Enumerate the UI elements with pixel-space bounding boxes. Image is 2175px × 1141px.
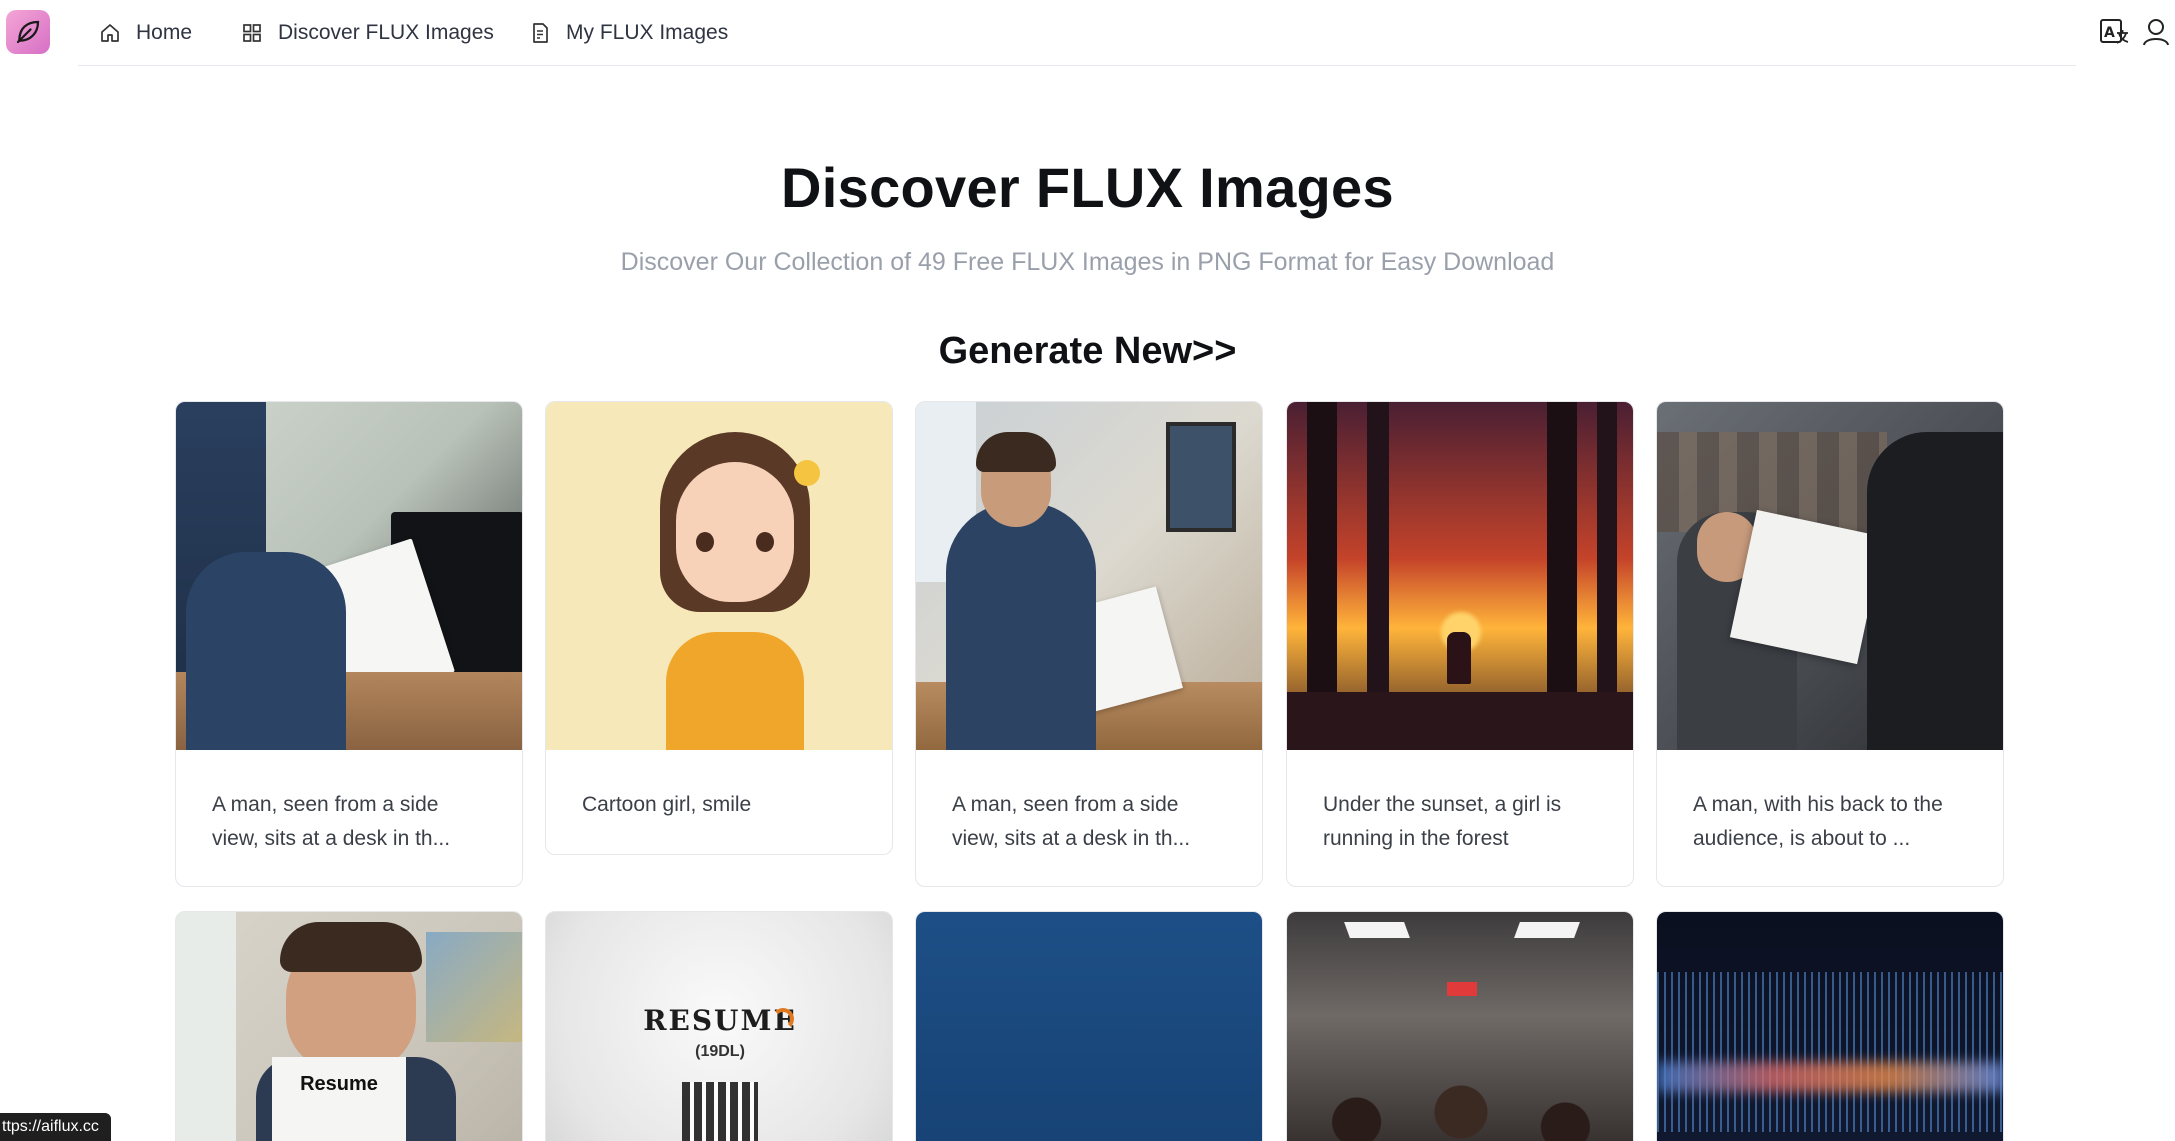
card-image (1287, 912, 1633, 1141)
card-caption: A man, seen from a side view, sits at a … (212, 793, 451, 850)
site-logo[interactable] (6, 10, 50, 54)
translate-icon: A (2100, 19, 2129, 44)
qr-code (682, 1082, 758, 1141)
grid-icon (243, 24, 261, 42)
card-image (1657, 912, 2003, 1141)
nav-discover[interactable]: Discover FLUX Images (240, 17, 494, 49)
card-image (1287, 402, 1633, 750)
user-button[interactable] (2140, 16, 2172, 48)
top-nav: Home Discover FLUX Images My FLUX Images… (0, 0, 2175, 66)
nav-home-label: Home (136, 21, 193, 44)
document-icon (533, 23, 548, 43)
card-image (916, 912, 1262, 1141)
resume-heading: RESUME (643, 1004, 797, 1037)
nav-home[interactable]: Home (98, 17, 192, 49)
nav-my-images[interactable]: My FLUX Images (528, 17, 728, 49)
leaf-logo-icon (16, 20, 40, 44)
card-image: RESUME (19DL) (546, 912, 892, 1141)
card-image: Resume (176, 912, 522, 1141)
nav-my-images-label: My FLUX Images (566, 21, 729, 44)
image-card[interactable]: RESUME (19DL) (545, 911, 893, 1141)
image-card[interactable] (1656, 911, 2004, 1141)
status-url-text: ttps://aiflux.cc (2, 1118, 99, 1135)
image-card[interactable] (915, 911, 1263, 1141)
resume-subheading: (19DL) (695, 1043, 745, 1060)
generate-new-link[interactable]: Generate New>> (0, 330, 2175, 373)
nav-divider (78, 65, 2076, 66)
image-card[interactable]: A man, seen from a side view, sits at a … (915, 401, 1263, 887)
home-icon (101, 24, 119, 42)
page-subtitle: Discover Our Collection of 49 Free FLUX … (620, 248, 1555, 276)
card-image (916, 402, 1262, 750)
signal-icon (772, 1008, 794, 1030)
image-card[interactable]: A man, with his back to the audience, is… (1656, 401, 2004, 887)
card-caption: Under the sunset, a girl is running in t… (1323, 793, 1562, 850)
image-card[interactable]: Resume (175, 911, 523, 1141)
card-caption: Cartoon girl, smile (582, 793, 752, 816)
nav-discover-label: Discover FLUX Images (278, 21, 494, 44)
translate-button[interactable]: A (2098, 16, 2130, 48)
image-card[interactable]: Cartoon girl, smile (545, 401, 893, 855)
image-card[interactable]: Under the sunset, a girl is running in t… (1286, 401, 1634, 887)
page-title: Discover FLUX Images (781, 156, 1394, 219)
card-image (1657, 402, 2003, 750)
card-image (176, 402, 522, 750)
resume-paper: Resume (272, 1057, 406, 1141)
svg-text:A: A (2104, 25, 2115, 41)
resume-text: Resume (300, 1073, 378, 1095)
card-caption: A man, seen from a side view, sits at a … (952, 793, 1191, 850)
image-card[interactable] (1286, 911, 1634, 1141)
card-caption: A man, with his back to the audience, is… (1693, 793, 1943, 850)
user-icon (2143, 19, 2169, 46)
image-card[interactable]: A man, seen from a side view, sits at a … (175, 401, 523, 887)
status-bar-url: ttps://aiflux.cc (0, 1113, 111, 1141)
card-image (546, 402, 892, 750)
